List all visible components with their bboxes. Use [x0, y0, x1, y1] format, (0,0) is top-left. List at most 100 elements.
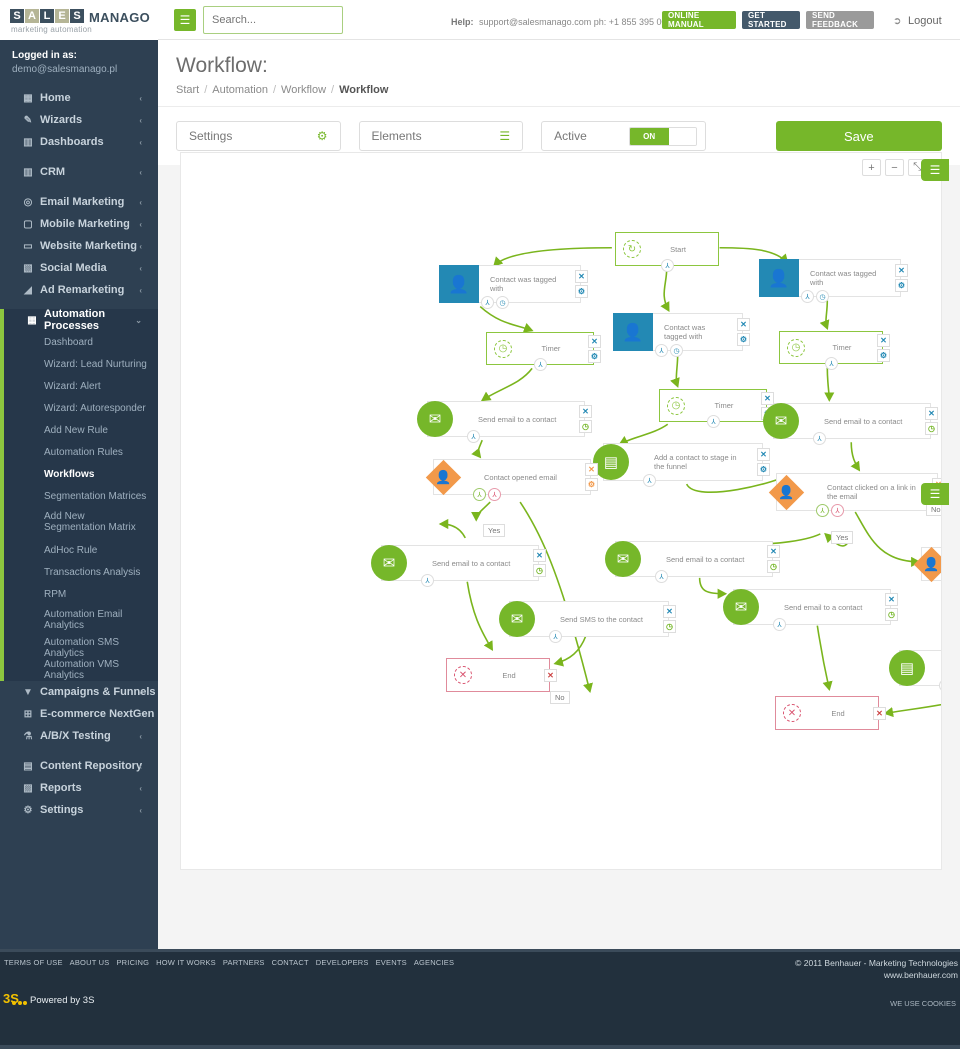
node-close-button[interactable]: ✕ [873, 706, 886, 720]
sidebar-subitem-automation-email-analytics[interactable]: Automation Email Analytics [4, 605, 158, 637]
node-port-branch-red[interactable]: ⅄ [488, 488, 501, 501]
breadcrumb-item-0[interactable]: Start [176, 84, 199, 96]
node-settings-button[interactable]: ⚙ [895, 279, 908, 292]
footer-link-agencies[interactable]: Agencies [414, 958, 454, 967]
node-port-branch[interactable]: ⅄ [467, 430, 480, 443]
node-port-clock[interactable]: ◷ [670, 344, 683, 357]
sidebar-item-settings[interactable]: ⚙ Settings ‹ [0, 799, 158, 821]
node-close-button[interactable]: ✕ [885, 593, 898, 606]
node-settings-button[interactable]: ⚙ [877, 348, 890, 362]
get-started-button[interactable]: GET STARTED [742, 11, 800, 29]
node-close-button[interactable]: ✕ [544, 668, 557, 682]
node-port-branch[interactable]: ⅄ [549, 630, 562, 643]
logout-icon[interactable]: ➲ [893, 16, 901, 27]
sidebar-subitem-add-new-segmentation-matrix[interactable]: Add New Segmentation Matrix [4, 507, 158, 539]
sidebar-subitem-transactions-analysis[interactable]: Transactions Analysis [4, 561, 158, 583]
workflow-node-opened-email[interactable]: Contact opened email 👤 ✕ ⚙ ⅄ ⅄ [425, 459, 598, 501]
node-port-branch[interactable]: ⅄ [661, 259, 674, 272]
node-port-branch[interactable]: ⅄ [813, 432, 826, 445]
node-close-button[interactable]: ✕ [877, 333, 890, 347]
node-port-branch[interactable]: ⅄ [707, 415, 720, 428]
workflow-node-timer-right[interactable]: Timer ◷ ✕ ⚙ ⅄ [779, 331, 890, 370]
zoom-in-button[interactable]: + [862, 159, 881, 176]
footer-link-pricing[interactable]: Pricing [116, 958, 149, 967]
workflow-node-email-1[interactable]: Send email to a contact ✉ ✕ ◷ ⅄ [417, 401, 592, 443]
workflow-node-timer-left[interactable]: Timer ◷ ✕ ⚙ ⅄ [486, 332, 601, 371]
node-settings-button[interactable]: ⚙ [757, 463, 770, 476]
online-manual-button[interactable]: ONLINE MANUAL [662, 11, 736, 29]
sidebar-item-campaigns-funnels[interactable]: ▼ Campaigns & Funnels ‹ [0, 681, 158, 703]
footer-link-about-us[interactable]: About Us [70, 958, 110, 967]
node-close-button[interactable]: ✕ [757, 448, 770, 461]
breadcrumb-item-2[interactable]: Workflow [281, 84, 326, 96]
node-close-button[interactable]: ✕ [925, 407, 938, 420]
elements-button[interactable]: Elements ☰ [358, 121, 524, 151]
workflow-node-email-2[interactable]: Send email to a contact ✉ ✕ ◷ ⅄ [763, 403, 938, 445]
sidebar-subitem-dashboard[interactable]: Dashboard [4, 331, 158, 353]
sidebar-item-e-commerce-nextgen[interactable]: ⊞ E-commerce NextGen ‹ [0, 703, 158, 725]
footer-link-terms-of-use[interactable]: Terms Of Use [4, 958, 63, 967]
sidebar-item-a-b-x-testing[interactable]: ⚗ A/B/X Testing ‹ [0, 725, 158, 747]
node-port-branch[interactable]: ⅄ [939, 679, 941, 692]
node-port-clock[interactable]: ◷ [816, 290, 829, 303]
workflow-node-sms[interactable]: Send SMS to the contact ✉ ✕ ◷ ⅄ [499, 601, 676, 643]
breadcrumb-item-1[interactable]: Automation [212, 84, 268, 96]
footer-link-developers[interactable]: Developers [316, 958, 369, 967]
footer-link-events[interactable]: Events [376, 958, 407, 967]
sidebar-item-social-media[interactable]: ▧ Social Media ‹ [0, 257, 158, 279]
sidebar-item-crm[interactable]: ▥ CRM ‹ [0, 161, 158, 183]
node-port-branch[interactable]: ⅄ [655, 570, 668, 583]
cookies-notice[interactable]: We use cookies [890, 999, 956, 1008]
search-input[interactable] [203, 6, 343, 34]
workflow-canvas-panel[interactable]: + − ⤡ ☰ ☰ Start ↻ ⅄ Contact was tagged w… [180, 152, 949, 870]
sidebar-item-ad-remarketing[interactable]: ◢ Ad Remarketing ‹ [0, 279, 158, 301]
node-close-button[interactable]: ✕ [767, 545, 780, 558]
workflow-node-cond-tag-mid[interactable]: Contact was tagged with 👤 ✕ ⚙ ⅄ ◷ [613, 313, 750, 357]
workflow-node-email-5[interactable]: Send email to a contact ✉ ✕ ◷ ⅄ [723, 589, 898, 631]
workflow-node-timer-mid[interactable]: Timer◷✕⚙⅄ [659, 389, 774, 428]
workflow-node-end-1[interactable]: End ✕ ✕ [446, 658, 557, 692]
workflow-node-email-3[interactable]: Send email to a contact ✉ ✕ ◷ ⅄ [371, 545, 546, 587]
footer-link-how-it-works[interactable]: How It Works [156, 958, 216, 967]
node-schedule-button[interactable]: ◷ [663, 620, 676, 633]
workflow-node-funnel-stage[interactable]: Add a contact to stage in the funnel ▤ ✕ ⚙ ⅄ [593, 443, 770, 487]
node-schedule-button[interactable]: ◷ [767, 560, 780, 573]
node-settings-button[interactable]: ⚙ [588, 349, 601, 363]
node-port-branch-green[interactable]: ⅄ [816, 504, 829, 517]
node-schedule-button[interactable]: ◷ [533, 564, 546, 577]
node-port-branch[interactable]: ⅄ [801, 290, 814, 303]
workflow-node-email-4[interactable]: Send email to a contact ✉ ✕ ◷ ⅄ [605, 541, 780, 583]
sidebar-subitem-wizard-alert[interactable]: Wizard: Alert [4, 375, 158, 397]
sidebar-item-home[interactable]: ▦ Home ‹ [0, 87, 158, 109]
sidebar-item-mobile-marketing[interactable]: ▢ Mobile Marketing ‹ [0, 213, 158, 235]
sidebar-subitem-adhoc-rule[interactable]: AdHoc Rule [4, 539, 158, 561]
workflow-node-alert[interactable]: Send alert to user▤✕⚙⅄ [889, 650, 941, 692]
node-port-branch[interactable]: ⅄ [643, 474, 656, 487]
footer-link-partners[interactable]: Partners [223, 958, 265, 967]
node-port-branch[interactable]: ⅄ [534, 358, 547, 371]
active-toggle[interactable]: ON [628, 126, 697, 146]
canvas-side-menu-mid[interactable]: ☰ [921, 483, 949, 505]
node-port-branch[interactable]: ⅄ [421, 574, 434, 587]
node-close-button[interactable]: ✕ [737, 318, 750, 331]
save-button[interactable]: Save [775, 121, 942, 151]
node-close-button[interactable]: ✕ [533, 549, 546, 562]
node-schedule-button[interactable]: ◷ [579, 420, 592, 433]
sidebar-item-email-marketing[interactable]: ◎ Email Marketing ‹ [0, 191, 158, 213]
send-feedback-button[interactable]: SEND FEEDBACK [806, 11, 874, 29]
workflow-node-cond-tag-right[interactable]: Contact was tagged with 👤 ✕ ⚙ ⅄ ◷ [759, 259, 908, 303]
node-port-branch-green[interactable]: ⅄ [473, 488, 486, 501]
node-settings-button[interactable]: ⚙ [585, 478, 598, 491]
node-close-button[interactable]: ✕ [895, 264, 908, 277]
sidebar-item-automation-processes[interactable]: ▦ Automation Processes ⌄ [4, 308, 158, 332]
workflow-canvas[interactable]: Start ↻ ⅄ Contact was tagged with 👤 ✕ ⚙ ⅄ ◷ Conta… [181, 153, 941, 869]
workflow-node-cond-tag-left[interactable]: Contact was tagged with 👤 ✕ ⚙ ⅄ ◷ [439, 265, 588, 309]
sidebar-subitem-wizard-autoresponder[interactable]: Wizard: Autoresponder [4, 397, 158, 419]
node-port-branch[interactable]: ⅄ [481, 296, 494, 309]
sidebar-subitem-automation-sms-analytics[interactable]: Automation SMS Analytics [4, 637, 158, 659]
node-close-button[interactable]: ✕ [579, 405, 592, 418]
sidebar-subitem-automation-rules[interactable]: Automation Rules [4, 441, 158, 463]
settings-button[interactable]: Settings ⚙ [176, 121, 341, 151]
sidebar-item-wizards[interactable]: ✎ Wizards ‹ [0, 109, 158, 131]
footer-link-contact[interactable]: Contact [272, 958, 309, 967]
